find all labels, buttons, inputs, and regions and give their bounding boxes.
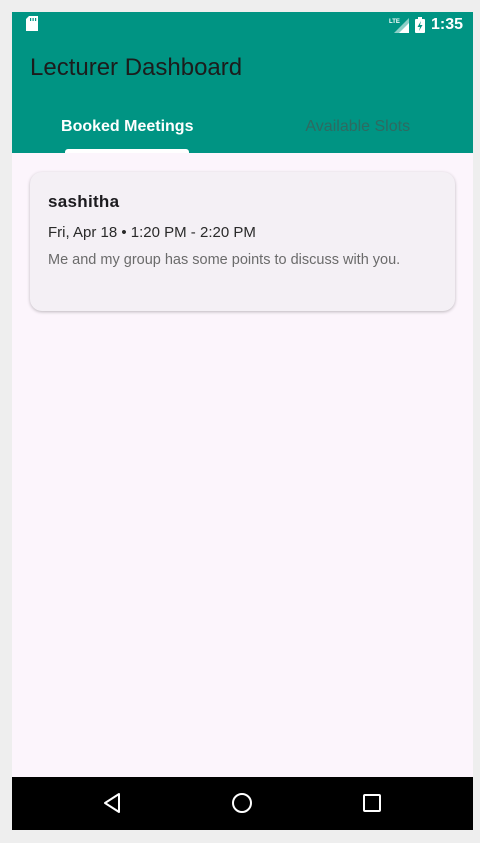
status-time: 1:35 bbox=[430, 16, 463, 33]
battery-charging-icon bbox=[414, 17, 425, 33]
status-bar: LTE 1:35 bbox=[12, 12, 473, 38]
phone-screen: LTE 1:35 Lecturer Dashboard Booked Meeti… bbox=[12, 12, 473, 830]
system-nav-bar bbox=[12, 777, 473, 830]
meeting-student-name: sashitha bbox=[48, 192, 120, 211]
tab-available-slots[interactable]: Available Slots bbox=[243, 110, 474, 153]
tab-available-slots-label: Available Slots bbox=[305, 118, 411, 135]
tab-bar: Booked Meetings Available Slots bbox=[12, 110, 473, 153]
meetings-list: sashitha Fri, Apr 18 • 1:20 PM - 2:20 PM… bbox=[12, 153, 473, 777]
sd-card-icon bbox=[26, 16, 38, 31]
meeting-card[interactable]: sashitha Fri, Apr 18 • 1:20 PM - 2:20 PM… bbox=[30, 172, 455, 311]
tab-booked-meetings-label: Booked Meetings bbox=[61, 118, 194, 135]
page-title: Lecturer Dashboard bbox=[30, 54, 243, 81]
home-icon[interactable] bbox=[230, 791, 254, 815]
back-icon[interactable] bbox=[101, 791, 125, 815]
svg-text:LTE: LTE bbox=[389, 19, 400, 25]
tab-booked-meetings[interactable]: Booked Meetings bbox=[12, 110, 243, 153]
meeting-time: Fri, Apr 18 • 1:20 PM - 2:20 PM bbox=[48, 224, 256, 241]
recents-icon[interactable] bbox=[360, 791, 384, 815]
status-icons: LTE 1:35 bbox=[389, 14, 463, 36]
meeting-description: Me and my group has some points to discu… bbox=[48, 252, 401, 268]
app-bar: LTE 1:35 Lecturer Dashboard Booked Meeti… bbox=[12, 12, 473, 153]
lte-signal-icon: LTE bbox=[389, 18, 409, 33]
